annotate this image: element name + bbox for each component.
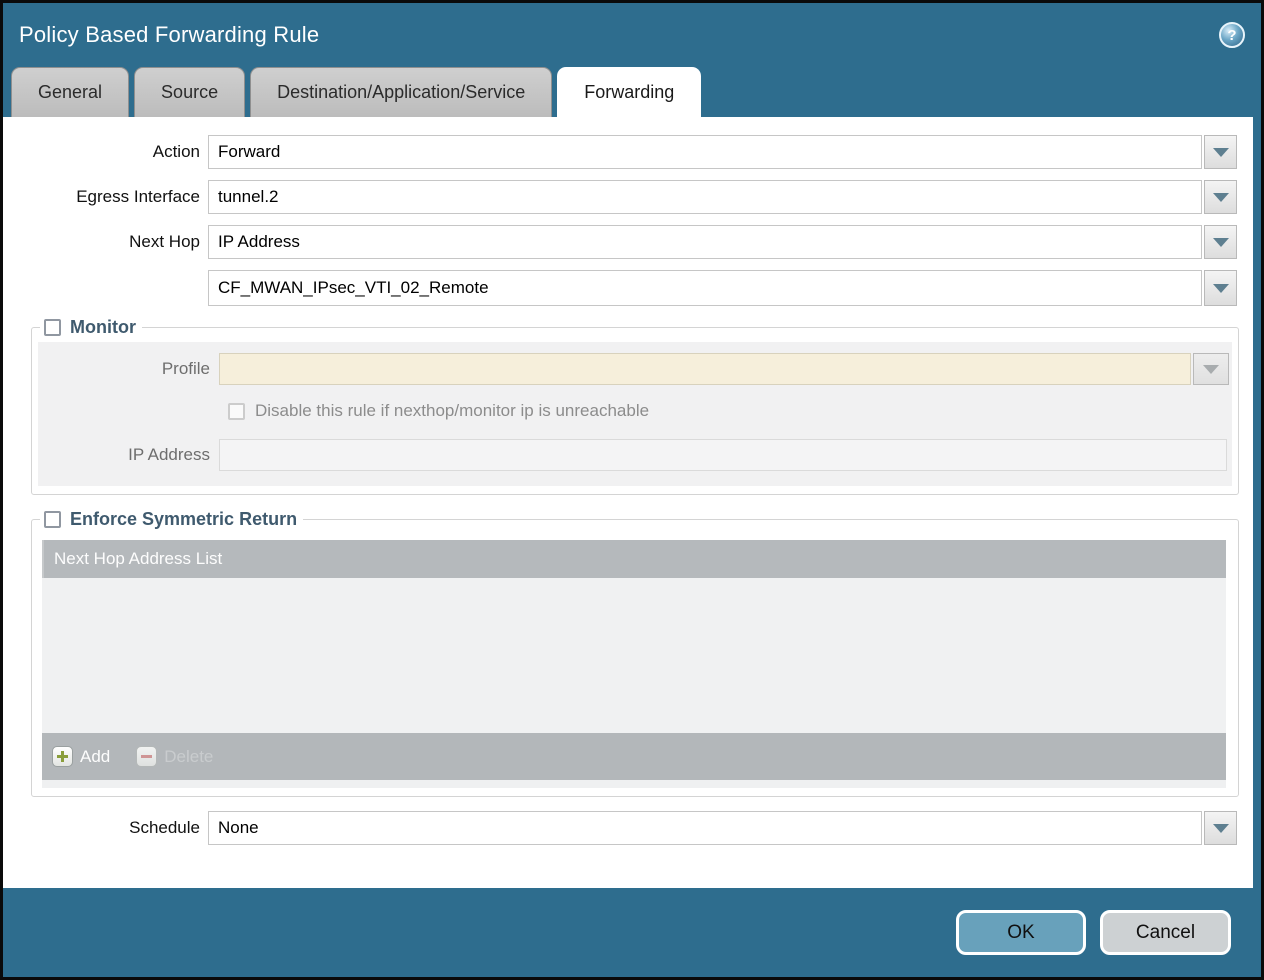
next-hop-address-select[interactable]: CF_MWAN_IPsec_VTI_02_Remote: [208, 270, 1202, 306]
action-row: Action Forward: [3, 135, 1253, 169]
plus-icon: [52, 746, 73, 767]
action-label: Action: [3, 142, 208, 162]
profile-select: [219, 353, 1191, 385]
tab-source[interactable]: Source: [134, 67, 245, 117]
dialog-footer: OK Cancel: [3, 888, 1261, 977]
disable-rule-label: Disable this rule if nexthop/monitor ip …: [255, 401, 649, 421]
next-hop-address-row: CF_MWAN_IPsec_VTI_02_Remote: [3, 270, 1253, 306]
tab-bar: General Source Destination/Application/S…: [3, 67, 1261, 117]
disable-rule-row: Disable this rule if nexthop/monitor ip …: [38, 401, 1232, 421]
schedule-select[interactable]: None: [208, 811, 1202, 845]
enforce-symmetric-return-fieldset: Enforce Symmetric Return Next Hop Addres…: [31, 509, 1239, 797]
enforce-symmetric-return-checkbox[interactable]: [44, 511, 61, 528]
enforce-symmetric-return-legend-label: Enforce Symmetric Return: [70, 509, 297, 530]
next-hop-address-list-table: Next Hop Address List Add Delete: [42, 540, 1226, 788]
delete-button: Delete: [136, 746, 213, 767]
egress-interface-select[interactable]: tunnel.2: [208, 180, 1202, 214]
tab-forwarding[interactable]: Forwarding: [557, 67, 701, 117]
action-select[interactable]: Forward: [208, 135, 1202, 169]
chevron-down-icon: [1213, 238, 1229, 247]
schedule-dropdown-button[interactable]: [1204, 811, 1237, 845]
forwarding-tab-panel: Action Forward Egress Interface tunnel.2…: [3, 117, 1253, 888]
monitor-panel: Profile Disable this rule if nexthop/mon…: [38, 342, 1232, 486]
profile-label: Profile: [38, 359, 219, 379]
chevron-down-icon: [1203, 365, 1219, 374]
next-hop-row: Next Hop IP Address: [3, 225, 1253, 259]
pbf-rule-dialog: Policy Based Forwarding Rule ? General S…: [0, 0, 1264, 980]
egress-interface-label: Egress Interface: [3, 187, 208, 207]
table-body[interactable]: [42, 578, 1226, 733]
profile-row: Profile: [38, 353, 1232, 385]
add-button-label: Add: [80, 747, 110, 767]
next-hop-address-dropdown-button[interactable]: [1204, 270, 1237, 306]
chevron-down-icon: [1213, 193, 1229, 202]
minus-icon: [136, 746, 157, 767]
cancel-button[interactable]: Cancel: [1100, 910, 1231, 955]
ok-button[interactable]: OK: [956, 910, 1086, 955]
monitor-ip-address-row: IP Address: [38, 439, 1232, 471]
add-button[interactable]: Add: [52, 746, 110, 767]
egress-interface-dropdown-button[interactable]: [1204, 180, 1237, 214]
monitor-ip-address-input: [219, 439, 1227, 471]
next-hop-label: Next Hop: [3, 232, 208, 252]
monitor-legend-label: Monitor: [70, 317, 136, 338]
profile-dropdown-button: [1193, 353, 1229, 385]
disable-rule-checkbox: [228, 403, 245, 420]
action-dropdown-button[interactable]: [1204, 135, 1237, 169]
next-hop-dropdown-button[interactable]: [1204, 225, 1237, 259]
dialog-titlebar: Policy Based Forwarding Rule ?: [3, 3, 1261, 67]
chevron-down-icon: [1213, 824, 1229, 833]
chevron-down-icon: [1213, 284, 1229, 293]
table-header: Next Hop Address List: [42, 540, 1226, 578]
schedule-label: Schedule: [3, 818, 208, 838]
monitor-fieldset: Monitor Profile Disable this rule if nex…: [31, 317, 1239, 495]
monitor-ip-address-label: IP Address: [38, 445, 219, 465]
table-header-label: Next Hop Address List: [54, 549, 222, 569]
egress-interface-row: Egress Interface tunnel.2: [3, 180, 1253, 214]
delete-button-label: Delete: [164, 747, 213, 767]
table-bottom-strip: [42, 780, 1226, 788]
tab-destination-application-service[interactable]: Destination/Application/Service: [250, 67, 552, 117]
help-icon[interactable]: ?: [1219, 22, 1245, 48]
chevron-down-icon: [1213, 148, 1229, 157]
monitor-checkbox[interactable]: [44, 319, 61, 336]
table-toolbar: Add Delete: [42, 733, 1226, 780]
dialog-title: Policy Based Forwarding Rule: [19, 22, 319, 48]
tab-general[interactable]: General: [11, 67, 129, 117]
next-hop-type-select[interactable]: IP Address: [208, 225, 1202, 259]
schedule-row: Schedule None: [3, 811, 1253, 845]
